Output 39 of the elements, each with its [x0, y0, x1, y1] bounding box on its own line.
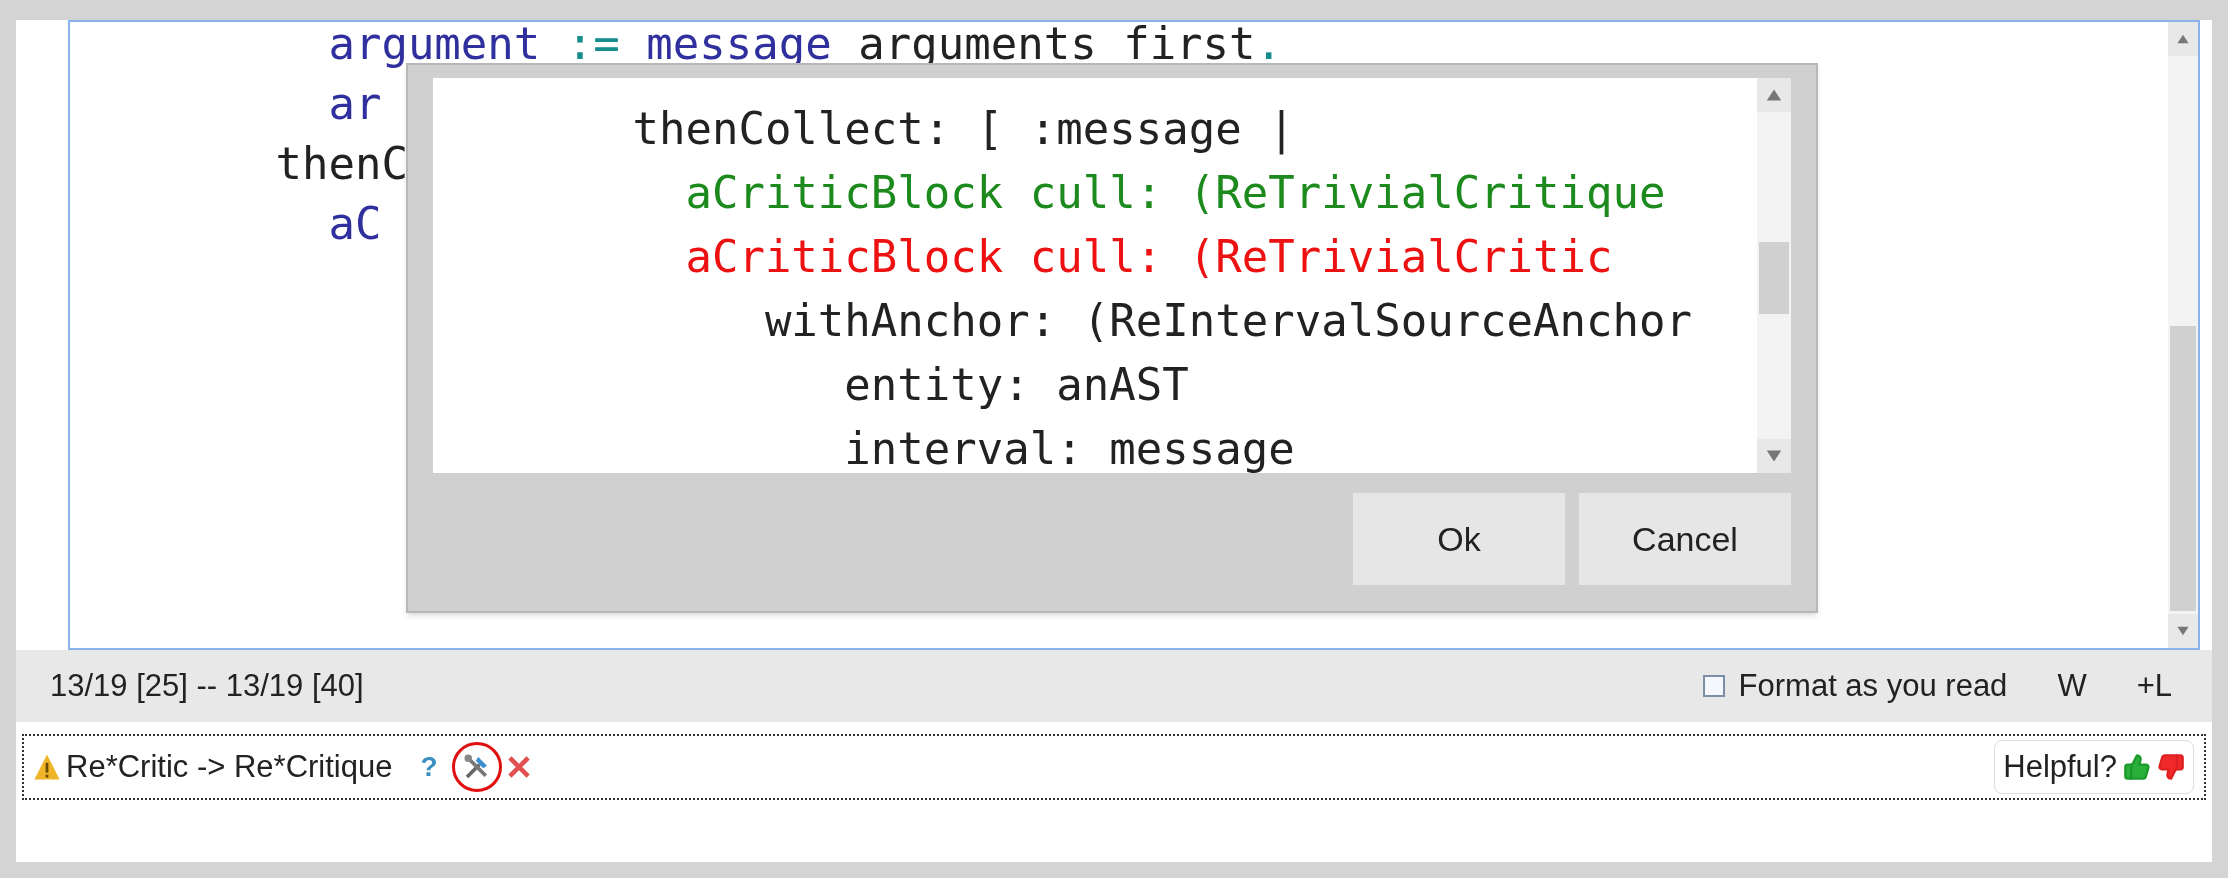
checkbox-label: Format as you read — [1738, 666, 2008, 705]
close-icon[interactable] — [505, 754, 532, 780]
code-text: aCriticBlock cull: (ReTrivialCritic — [684, 231, 1613, 282]
code-editor[interactable] — [68, 20, 2200, 650]
warning-icon — [32, 753, 62, 781]
scroll-up-icon[interactable] — [1757, 78, 1791, 112]
code-text: thenCollect: [ :message | — [631, 103, 1295, 154]
scrollbar[interactable] — [1757, 78, 1791, 473]
help-icon[interactable]: ? — [420, 746, 438, 788]
scroll-thumb[interactable] — [1759, 242, 1789, 314]
critique-text: Re*Critic -> Re*Critique — [66, 747, 393, 786]
dialog-button[interactable]: Ok — [1353, 493, 1565, 585]
fix-icon[interactable] — [451, 742, 502, 792]
scroll-thumb[interactable] — [2170, 326, 2196, 611]
code-text: . — [1255, 18, 1283, 69]
cursor-position: 13/19 [25] -- 13/19 [40] — [50, 666, 364, 705]
code-text: message — [646, 18, 832, 69]
dialog-button[interactable]: Cancel — [1579, 493, 1791, 585]
code-text: ar — [327, 78, 382, 129]
code-text: aCriticBlock cull: (ReTrivialCritique — [684, 167, 1666, 218]
toggle-button[interactable]: W — [2057, 662, 2087, 710]
scroll-down-icon[interactable] — [1757, 439, 1791, 473]
code-text: interval: message — [843, 423, 1295, 473]
scroll-up-icon[interactable] — [2168, 22, 2198, 56]
helpful-label: Helpful? — [2003, 747, 2117, 786]
scroll-down-icon[interactable] — [2168, 614, 2198, 648]
code-text: aC — [327, 198, 382, 249]
dialog-code-area[interactable]: thenCollect: [ :message | aCriticBlock cull: (ReTrivialCritique aCriticBlock cull: (ReTrivialCritic withAnchor: (ReIntervalSourceAnchor entity: anAST interval: message — [433, 78, 1791, 473]
code-text: withAnchor: (ReIntervalSourceAnchor — [763, 295, 1693, 346]
code-text: := — [565, 18, 621, 69]
toggle-button[interactable]: +L — [2136, 662, 2172, 710]
code-text: arguments first — [857, 18, 1256, 69]
code-text: entity: anAST — [843, 359, 1189, 410]
code-text: thenC — [274, 138, 408, 189]
scrollbar[interactable] — [2168, 22, 2198, 648]
thumbs-down-icon[interactable] — [2157, 753, 2185, 781]
thumbs-up-icon[interactable] — [2123, 753, 2151, 781]
format-checkbox[interactable] — [1702, 675, 1725, 697]
code-text: argument — [327, 18, 541, 69]
